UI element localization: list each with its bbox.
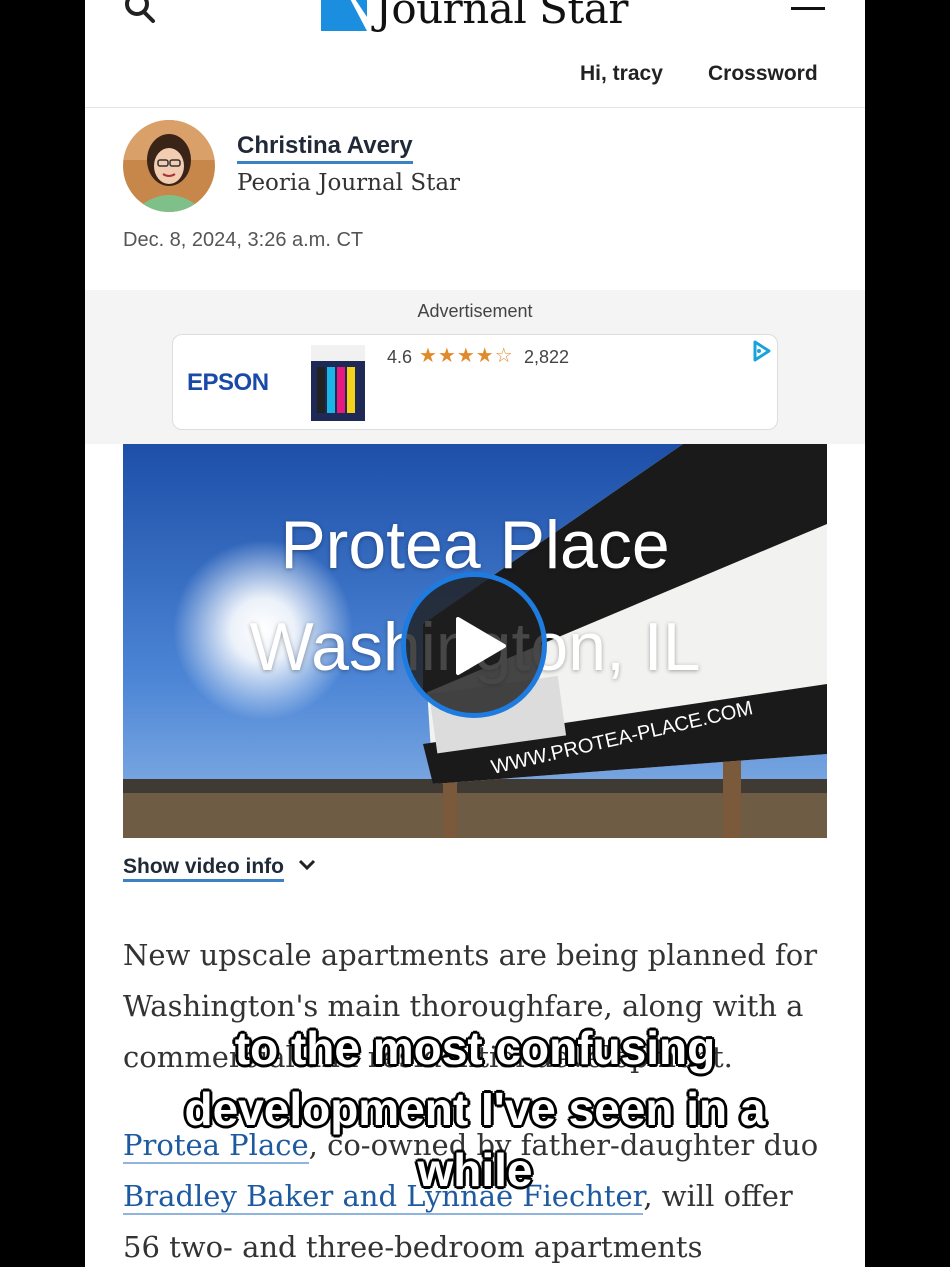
site-logo[interactable]: Journal Star (321, 0, 628, 32)
chevron-down-icon (298, 859, 315, 871)
search-button[interactable] (121, 0, 161, 28)
advertisement-area: Advertisement EPSON 4.6 ★★★★☆ 2,822 (85, 290, 865, 444)
adchoices-icon[interactable] (749, 339, 773, 363)
author-organization: Peoria Journal Star (237, 170, 461, 196)
site-header: Journal Star Hi, tracy Crossword (85, 0, 865, 108)
ad-brand: EPSON (187, 369, 269, 396)
menu-button[interactable] (791, 0, 831, 26)
ad-review-count: 2,822 (524, 347, 570, 367)
logo-icon (321, 0, 367, 31)
crossword-link[interactable]: Crossword (708, 62, 818, 86)
play-button[interactable] (401, 572, 547, 718)
user-account-link[interactable]: Hi, tracy (580, 62, 663, 86)
search-icon (125, 0, 155, 23)
publish-date: Dec. 8, 2024, 3:26 a.m. CT (123, 229, 364, 251)
caption-line-1: to the most confusing (234, 1021, 716, 1075)
video-caption-overlay: to the most confusing development I've s… (0, 1018, 950, 1201)
caption-line-2: development I've seen in a (183, 1082, 766, 1136)
ad-rating: 4.6 (387, 347, 413, 367)
ink-cartridge-image (311, 345, 365, 421)
hamburger-line (791, 7, 825, 10)
ad-banner[interactable]: EPSON 4.6 ★★★★☆ 2,822 (172, 334, 778, 430)
video-info-label: Show video info (123, 855, 284, 882)
logo-text: Journal Star (375, 0, 628, 33)
play-icon (456, 617, 506, 675)
ad-label: Advertisement (417, 301, 533, 321)
avatar-image (123, 120, 215, 212)
caption-line-3: while (416, 1143, 533, 1197)
author-name-link[interactable]: Christina Avery (237, 132, 413, 164)
show-video-info-button[interactable]: Show video info (123, 855, 316, 882)
ad-stars: ★★★★☆ (419, 345, 514, 367)
video-player[interactable]: WWW.PROTEA-PLACE.COM Protea Place Washin… (123, 444, 827, 838)
author-avatar[interactable] (123, 120, 215, 212)
